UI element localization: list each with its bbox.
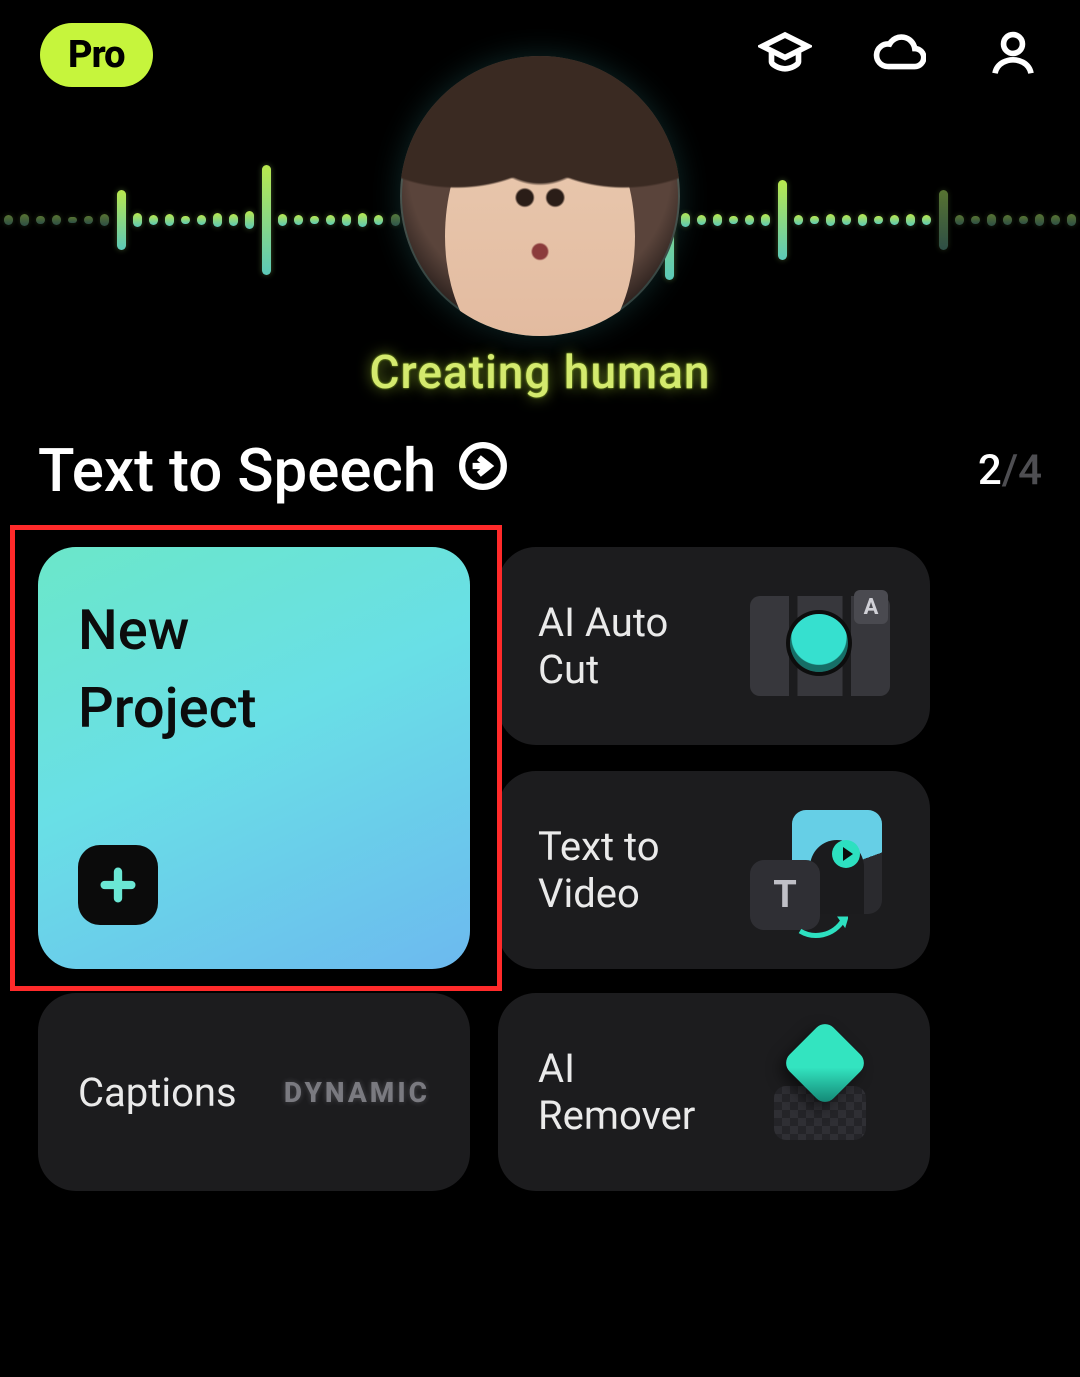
hero-caption: Creating human xyxy=(369,346,710,400)
captions-label: Captions xyxy=(78,1069,237,1116)
learn-icon[interactable] xyxy=(758,26,812,84)
header: Pro xyxy=(0,0,1080,110)
arrow-right-circle-icon xyxy=(458,435,508,506)
ai-remover-label: AI Remover xyxy=(538,1045,730,1139)
header-icons xyxy=(758,26,1040,84)
pager: 2/4 xyxy=(978,446,1042,495)
profile-icon[interactable] xyxy=(986,26,1040,84)
plus-icon xyxy=(78,845,158,925)
letter-a-icon: A xyxy=(854,590,888,624)
section-header: Text to Speech 2/4 xyxy=(38,435,1042,506)
captions-thumb-text: DYNAMIC xyxy=(284,1076,430,1109)
new-project-line2: Project xyxy=(78,675,257,741)
ai-auto-cut-label: AI Auto Cut xyxy=(538,599,730,693)
cloud-icon[interactable] xyxy=(872,26,926,84)
pro-badge[interactable]: Pro xyxy=(40,23,153,87)
text-to-video-thumb: T xyxy=(750,810,890,930)
new-project-line1: New xyxy=(78,597,189,663)
text-to-video-label: Text to Video xyxy=(538,823,730,917)
text-to-video-card[interactable]: Text to Video T xyxy=(498,771,930,969)
feature-grid: New Project AI Auto Cut A Text to Video … xyxy=(10,525,1070,1377)
captions-card[interactable]: Captions DYNAMIC xyxy=(38,993,470,1191)
section-title-text: Text to Speech xyxy=(38,435,436,506)
pager-current: 2 xyxy=(978,446,1002,495)
pro-badge-label: Pro xyxy=(68,33,125,77)
ai-auto-cut-card[interactable]: AI Auto Cut A xyxy=(498,547,930,745)
ai-auto-cut-thumb: A xyxy=(750,586,890,706)
pager-total: 4 xyxy=(1018,446,1042,495)
arrow-swoosh-icon xyxy=(798,902,848,932)
new-project-card[interactable]: New Project xyxy=(38,547,470,969)
new-project-label: New Project xyxy=(78,591,430,748)
ai-remover-thumb xyxy=(750,1032,890,1152)
pager-sep: / xyxy=(1002,446,1018,495)
play-icon xyxy=(832,840,860,868)
ai-remover-card[interactable]: AI Remover xyxy=(498,993,930,1191)
section-title[interactable]: Text to Speech xyxy=(38,435,508,506)
